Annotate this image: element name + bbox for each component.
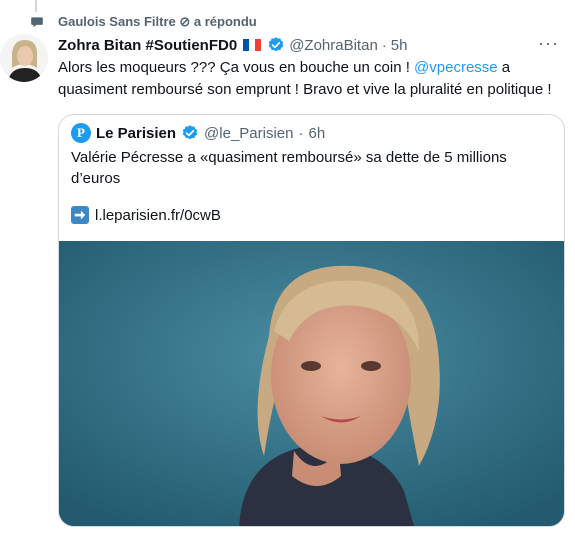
french-flag-icon xyxy=(243,39,262,51)
quote-link[interactable]: l.leparisien.fr/0cwB xyxy=(71,206,221,224)
quote-separator-dot: · xyxy=(298,124,304,142)
quote-tweet-card[interactable]: P Le Parisien @le_Parisien · 6h Valérie … xyxy=(58,114,565,527)
social-context-label: Gaulois Sans Filtre ⊘ a répondu xyxy=(58,14,257,29)
tweet-header: Zohra Bitan #SoutienFD0 @ZohraBitan · 5h xyxy=(58,36,407,54)
quote-author-name[interactable]: Le Parisien xyxy=(96,125,176,142)
quote-media-image[interactable] xyxy=(59,241,564,526)
tweet-text-before: Alors les moqueurs ??? Ça vous en bouche… xyxy=(58,59,415,76)
verified-badge-icon xyxy=(268,37,284,52)
avatar[interactable] xyxy=(0,34,48,82)
quote-text: Valérie Pécresse a «quasiment remboursé»… xyxy=(71,149,507,187)
quote-author-handle[interactable]: @le_Parisien xyxy=(204,125,293,142)
quote-link-url[interactable]: l.leparisien.fr/0cwB xyxy=(95,207,221,224)
thread-line xyxy=(35,0,37,12)
author-handle[interactable]: @ZohraBitan xyxy=(289,37,378,54)
tweet-timestamp[interactable]: 5h xyxy=(391,37,408,54)
speech-bubble-icon xyxy=(31,17,43,28)
separator-dot: · xyxy=(381,36,387,54)
mention-link[interactable]: @vpecresse xyxy=(414,59,498,76)
author-name[interactable]: Zohra Bitan #SoutienFD0 xyxy=(58,37,237,54)
avatar-photo xyxy=(0,34,48,82)
quote-header: P Le Parisien @le_Parisien · 6h xyxy=(71,123,325,143)
quote-timestamp[interactable]: 6h xyxy=(308,125,325,142)
le-parisien-logo[interactable]: P xyxy=(71,123,91,143)
social-context[interactable]: Gaulois Sans Filtre ⊘ a répondu xyxy=(30,14,257,30)
verified-badge-icon xyxy=(182,125,198,140)
more-options-icon[interactable]: ··· xyxy=(538,34,559,52)
tweet-text: Alors les moqueurs ??? Ça vous en bouche… xyxy=(58,57,558,101)
right-arrow-icon xyxy=(71,206,89,224)
portrait-photo xyxy=(59,241,564,526)
